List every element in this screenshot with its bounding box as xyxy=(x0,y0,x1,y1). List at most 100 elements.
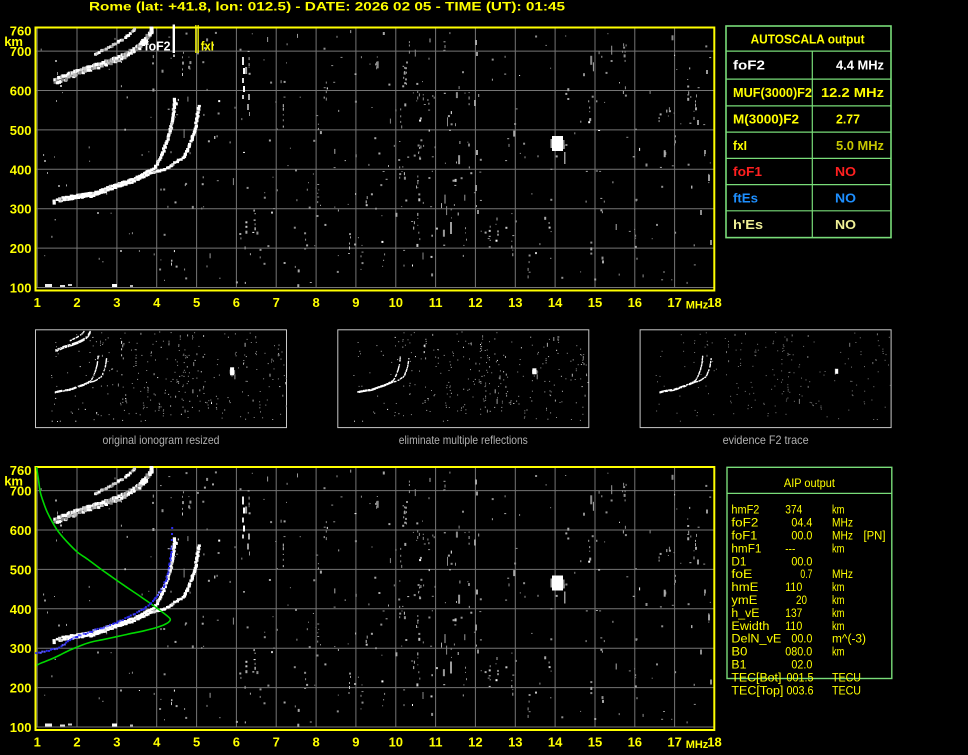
svg-text:2.77: 2.77 xyxy=(836,112,860,127)
svg-text:[PN]: [PN] xyxy=(864,531,886,543)
svg-text:foF2: foF2 xyxy=(733,58,765,73)
svg-text:8: 8 xyxy=(312,295,319,310)
svg-text:15: 15 xyxy=(588,735,602,750)
svg-text:AIP output: AIP output xyxy=(784,476,836,490)
svg-text:14: 14 xyxy=(548,735,563,750)
svg-text:km: km xyxy=(832,505,845,517)
svg-text:11: 11 xyxy=(429,295,443,310)
svg-text:003.6: 003.6 xyxy=(787,685,814,697)
svg-text:B1: B1 xyxy=(731,660,746,672)
svg-text:13: 13 xyxy=(508,295,522,310)
svg-text:400: 400 xyxy=(10,162,32,177)
svg-text:0.7: 0.7 xyxy=(800,569,812,581)
svg-text:700: 700 xyxy=(10,484,32,499)
svg-text:00.0: 00.0 xyxy=(791,556,812,568)
svg-text:km: km xyxy=(832,647,845,659)
svg-text:600: 600 xyxy=(10,523,32,538)
svg-text:6: 6 xyxy=(233,735,240,750)
svg-text:500: 500 xyxy=(10,123,32,138)
svg-text:AUTOSCALA output: AUTOSCALA output xyxy=(751,32,866,47)
svg-text:110: 110 xyxy=(785,621,802,633)
svg-text:100: 100 xyxy=(10,720,32,735)
svg-text:2: 2 xyxy=(73,295,80,310)
svg-text:12.2 MHz: 12.2 MHz xyxy=(821,85,885,100)
svg-text:5.0 MHz: 5.0 MHz xyxy=(836,138,884,153)
svg-text:080.0: 080.0 xyxy=(785,647,812,659)
svg-text:13: 13 xyxy=(508,735,522,750)
svg-text:200: 200 xyxy=(10,681,32,696)
svg-text:km: km xyxy=(832,595,845,607)
svg-text:foE: foE xyxy=(731,569,752,581)
svg-text:9: 9 xyxy=(352,735,359,750)
svg-text:3: 3 xyxy=(113,295,120,310)
svg-text:300: 300 xyxy=(10,641,32,656)
svg-text:TEC[Top]: TEC[Top] xyxy=(731,685,783,697)
svg-text:400: 400 xyxy=(10,602,32,617)
svg-text:TECU: TECU xyxy=(832,672,861,684)
svg-text:11: 11 xyxy=(429,735,443,750)
svg-text:10: 10 xyxy=(389,295,403,310)
svg-text:original ionogram resized: original ionogram resized xyxy=(103,433,220,447)
svg-text:6: 6 xyxy=(233,295,240,310)
svg-text:NO: NO xyxy=(835,217,856,232)
svg-text:foF2: foF2 xyxy=(731,518,758,530)
svg-text:1: 1 xyxy=(34,735,41,750)
svg-text:TEC[Bot]: TEC[Bot] xyxy=(731,672,781,684)
svg-text:02.0: 02.0 xyxy=(791,660,812,672)
svg-text:7: 7 xyxy=(273,735,280,750)
svg-text:8: 8 xyxy=(312,735,319,750)
svg-text:NO: NO xyxy=(835,190,856,205)
svg-text:hmF2: hmF2 xyxy=(731,505,759,517)
svg-text:MHz: MHz xyxy=(686,300,709,312)
svg-text:MUF(3000)F2: MUF(3000)F2 xyxy=(733,85,812,100)
svg-text:Ewidth: Ewidth xyxy=(731,621,769,633)
svg-text:MHz: MHz xyxy=(832,569,853,581)
svg-text:5: 5 xyxy=(193,735,200,750)
svg-text:9: 9 xyxy=(352,295,359,310)
svg-text:10: 10 xyxy=(389,735,403,750)
svg-text:evidence F2 trace: evidence F2 trace xyxy=(723,433,809,447)
svg-text:Rome (lat: +41.8, lon: 012.5): Rome (lat: +41.8, lon: 012.5) - DATE: 20… xyxy=(89,0,565,14)
svg-text:18: 18 xyxy=(707,295,721,310)
svg-text:ftEs: ftEs xyxy=(733,190,758,205)
svg-text:MHz: MHz xyxy=(686,739,709,751)
svg-text:DelN_vE: DelN_vE xyxy=(731,634,781,646)
svg-text:m^(-3): m^(-3) xyxy=(832,634,866,646)
svg-text:200: 200 xyxy=(10,241,32,256)
svg-text:B0: B0 xyxy=(731,647,747,659)
svg-text:TECU: TECU xyxy=(832,685,861,697)
svg-text:18: 18 xyxy=(707,735,721,750)
svg-text:17: 17 xyxy=(667,295,681,310)
svg-text:16: 16 xyxy=(628,295,642,310)
svg-text:h_vE: h_vE xyxy=(731,608,759,620)
svg-text:foF1: foF1 xyxy=(731,531,757,543)
svg-text:12: 12 xyxy=(468,735,482,750)
svg-text:00.0: 00.0 xyxy=(791,634,812,646)
svg-text:4.4 MHz: 4.4 MHz xyxy=(836,58,884,73)
svg-text:3: 3 xyxy=(113,735,120,750)
svg-text:00.0: 00.0 xyxy=(791,531,812,543)
svg-text:M(3000)F2: M(3000)F2 xyxy=(733,112,799,127)
svg-text:5: 5 xyxy=(193,295,200,310)
svg-text:600: 600 xyxy=(10,84,32,99)
svg-text:eliminate multiple reflections: eliminate multiple reflections xyxy=(399,433,528,447)
svg-text:km: km xyxy=(832,608,845,620)
svg-text:15: 15 xyxy=(588,295,602,310)
svg-text:---: --- xyxy=(785,543,795,555)
svg-text:NO: NO xyxy=(835,164,856,179)
svg-text:D1: D1 xyxy=(731,556,746,568)
svg-text:foF2: foF2 xyxy=(145,39,171,54)
svg-text:ymE: ymE xyxy=(731,595,757,607)
svg-text:500: 500 xyxy=(10,562,32,577)
svg-text:MHz: MHz xyxy=(832,531,853,543)
svg-text:foF1: foF1 xyxy=(733,164,762,179)
svg-text:100: 100 xyxy=(10,281,32,296)
svg-text:fxI: fxI xyxy=(201,39,214,54)
svg-text:fxI: fxI xyxy=(733,138,747,153)
svg-text:04.4: 04.4 xyxy=(791,518,813,530)
svg-text:hmF1: hmF1 xyxy=(731,543,761,555)
svg-text:2: 2 xyxy=(73,735,80,750)
svg-text:km: km xyxy=(832,621,845,633)
svg-text:MHz: MHz xyxy=(832,518,853,530)
svg-text:km: km xyxy=(832,543,845,555)
